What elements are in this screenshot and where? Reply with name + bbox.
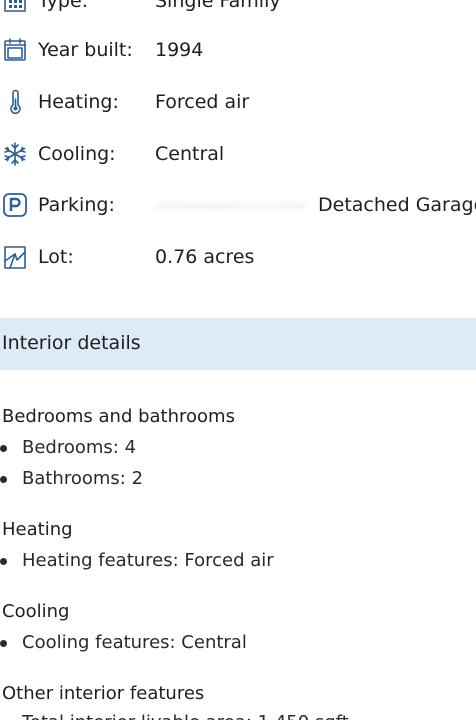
fact-label: Heating: xyxy=(38,91,119,113)
fact-row-cooling: Cooling: Central xyxy=(0,137,476,173)
list-item-text: Cooling features: Central xyxy=(22,632,247,653)
bullet-icon xyxy=(0,476,7,483)
fact-row-lot: Lot: 0.76 acres xyxy=(0,240,476,276)
thermometer-icon xyxy=(2,89,28,115)
calendar-icon xyxy=(2,37,28,63)
fact-label: Year built: xyxy=(38,39,133,61)
list-item: Bedrooms: 4 xyxy=(0,437,476,461)
list-item-text: Heating features: Forced air xyxy=(22,550,274,571)
list-item-text: Total interior livable area: 1,450 sqft xyxy=(22,712,349,720)
list-item-text: Bathrooms: 2 xyxy=(22,468,144,489)
snowflake-icon xyxy=(2,141,28,167)
fact-value: 1994 xyxy=(155,39,204,61)
bullet-icon xyxy=(0,445,7,452)
fact-row-parking: Parking: Detached Garage xyxy=(0,188,476,224)
list-item: Total interior livable area: 1,450 sqft xyxy=(0,712,476,720)
lot-icon xyxy=(2,244,28,270)
fact-row-heating: Heating: Forced air xyxy=(0,85,476,121)
fact-row-year-built: Year built: 1994 xyxy=(0,33,476,69)
group-heading-cooling: Cooling xyxy=(2,601,70,622)
section-title: Interior details xyxy=(2,332,141,354)
fact-value: Single Family xyxy=(155,0,281,12)
fact-label: Parking: xyxy=(38,194,115,216)
fact-label: Cooling: xyxy=(38,143,116,165)
list-item-text: Bedrooms: 4 xyxy=(22,437,137,458)
fact-row-type: Type: Single Family xyxy=(0,0,476,20)
fact-label: Lot: xyxy=(38,246,74,268)
group-heading-bedrooms-bathrooms: Bedrooms and bathrooms xyxy=(2,406,235,427)
property-facts-page: Type: Single Family Year built: 1994 Hea… xyxy=(0,0,476,720)
fact-value: Forced air xyxy=(155,91,250,113)
obscured-text xyxy=(155,203,305,209)
fact-value: Central xyxy=(155,143,225,165)
house-type-icon xyxy=(2,0,28,14)
group-heading-other-interior: Other interior features xyxy=(2,683,205,704)
parking-icon xyxy=(2,192,28,218)
list-item: Bathrooms: 2 xyxy=(0,468,476,492)
bullet-icon xyxy=(0,640,7,647)
fact-label: Type: xyxy=(38,0,89,12)
list-item: Heating features: Forced air xyxy=(0,550,476,574)
interior-details-header[interactable]: Interior details xyxy=(0,318,476,370)
fact-value: 0.76 acres xyxy=(155,246,255,268)
group-heading-heating: Heating xyxy=(2,519,73,540)
fact-value: Detached Garage xyxy=(318,194,476,216)
list-item: Cooling features: Central xyxy=(0,632,476,656)
bullet-icon xyxy=(0,558,7,565)
